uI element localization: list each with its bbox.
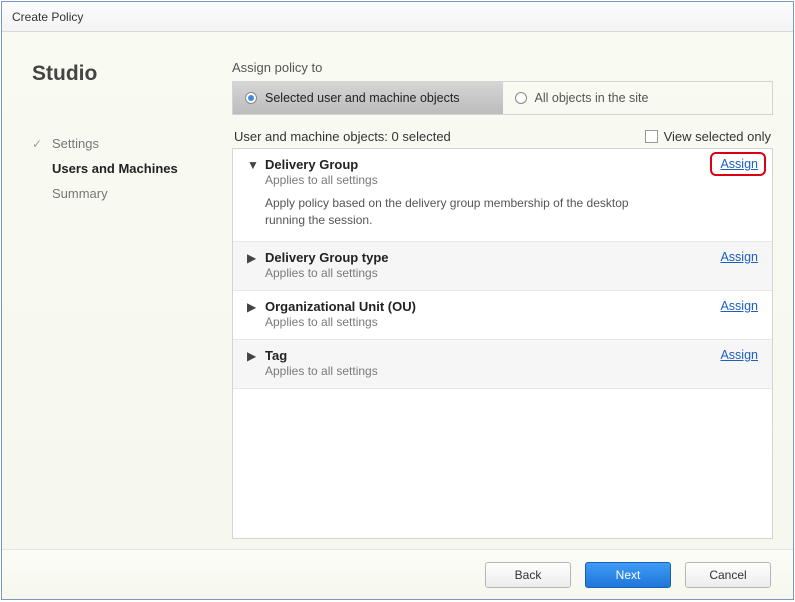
chevron-right-icon: ▶ <box>247 349 259 363</box>
item-titles: Delivery Group type Applies to all setti… <box>265 250 389 280</box>
item-titles: Organizational Unit (OU) Applies to all … <box>265 299 416 329</box>
nav-label: Settings <box>52 136 99 151</box>
titlebar: Create Policy <box>2 2 793 32</box>
item-subtitle: Applies to all settings <box>265 266 389 280</box>
item-title: Delivery Group <box>265 157 378 172</box>
radio-label: Selected user and machine objects <box>265 91 460 105</box>
assign-link[interactable]: Assign <box>720 348 758 362</box>
check-icon: ✓ <box>32 137 46 151</box>
nav-item-summary[interactable]: Summary <box>32 186 202 201</box>
list-item-organizational-unit[interactable]: ▶ Organizational Unit (OU) Applies to al… <box>233 291 772 340</box>
list-item-tag[interactable]: ▶ Tag Applies to all settings Assign <box>233 340 772 389</box>
item-subtitle: Applies to all settings <box>265 364 378 378</box>
back-button[interactable]: Back <box>485 562 571 588</box>
checkbox-icon <box>645 130 658 143</box>
item-title: Delivery Group type <box>265 250 389 265</box>
item-title: Tag <box>265 348 378 363</box>
item-subtitle: Applies to all settings <box>265 173 378 187</box>
main-panel: Assign policy to Selected user and machi… <box>202 32 793 549</box>
window-title: Create Policy <box>12 10 83 24</box>
chevron-down-icon: ▼ <box>247 158 259 172</box>
item-header: ▶ Organizational Unit (OU) Applies to al… <box>247 299 760 329</box>
dialog-footer: Back Next Cancel <box>2 549 793 599</box>
item-title: Organizational Unit (OU) <box>265 299 416 314</box>
radio-selected-objects[interactable]: Selected user and machine objects <box>233 82 503 114</box>
item-titles: Tag Applies to all settings <box>265 348 378 378</box>
item-subtitle: Applies to all settings <box>265 315 416 329</box>
chevron-right-icon: ▶ <box>247 251 259 265</box>
item-header: ▶ Tag Applies to all settings <box>247 348 760 378</box>
assign-link[interactable]: Assign <box>720 157 758 171</box>
item-titles: Delivery Group Applies to all settings <box>265 157 378 187</box>
assign-policy-label: Assign policy to <box>232 60 773 75</box>
content-area: Studio ✓ Settings Users and Machines Sum… <box>2 32 793 549</box>
nav-item-users-and-machines[interactable]: Users and Machines <box>32 161 202 176</box>
assign-link[interactable]: Assign <box>720 250 758 264</box>
cancel-button[interactable]: Cancel <box>685 562 771 588</box>
list-item-delivery-group-type[interactable]: ▶ Delivery Group type Applies to all set… <box>233 242 772 291</box>
next-button[interactable]: Next <box>585 562 671 588</box>
objects-list: ▼ Delivery Group Applies to all settings… <box>232 148 773 539</box>
nav-label: Users and Machines <box>52 161 178 176</box>
assign-radio-group: Selected user and machine objects All ob… <box>232 81 773 115</box>
checkbox-label: View selected only <box>664 129 771 144</box>
nav-label: Summary <box>52 186 108 201</box>
item-header: ▶ Delivery Group type Applies to all set… <box>247 250 760 280</box>
list-header-row: User and machine objects: 0 selected Vie… <box>232 129 773 144</box>
radio-icon <box>245 92 257 104</box>
list-header-text: User and machine objects: 0 selected <box>234 129 451 144</box>
nav-item-settings[interactable]: ✓ Settings <box>32 136 202 151</box>
radio-all-objects[interactable]: All objects in the site <box>503 82 773 114</box>
item-description: Apply policy based on the delivery group… <box>265 195 645 229</box>
radio-label: All objects in the site <box>535 91 649 105</box>
view-selected-only-checkbox[interactable]: View selected only <box>645 129 771 144</box>
app-name: Studio <box>32 62 202 86</box>
dialog-window: Create Policy Studio ✓ Settings Users an… <box>1 1 794 600</box>
assign-link[interactable]: Assign <box>720 299 758 313</box>
list-item-delivery-group[interactable]: ▼ Delivery Group Applies to all settings… <box>233 149 772 242</box>
item-header: ▼ Delivery Group Applies to all settings <box>247 157 760 187</box>
chevron-right-icon: ▶ <box>247 300 259 314</box>
sidebar: Studio ✓ Settings Users and Machines Sum… <box>2 32 202 549</box>
radio-icon <box>515 92 527 104</box>
